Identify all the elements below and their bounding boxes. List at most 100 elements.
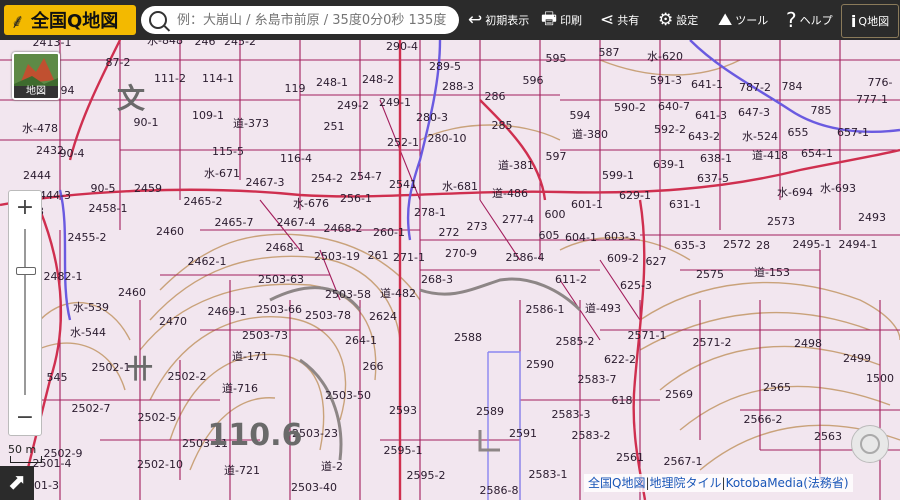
brand-button[interactable]: ⸙ 全国Q地図 [4,5,136,35]
parcel-label: 270-9 [445,247,477,260]
parcel-label: 水-671 [204,167,240,180]
parcel-label: 水-478 [22,122,58,135]
parcel-label: 278-1 [414,206,446,219]
map-symbol: 110.6 [208,418,303,453]
help-label: ヘルプ [799,14,833,27]
layer-switch-button[interactable]: 地図 [12,52,60,100]
parcel-label: 道-380 [572,127,608,141]
parcel-label: 2591 [509,427,537,440]
attribution-link-kotobamedia[interactable]: KotobaMedia [726,476,804,490]
attribution-link-moj[interactable]: (法務省) [803,476,848,490]
parcel-label: 2494-1 [839,238,878,251]
parcel-label: 643-2 [688,130,720,143]
expand-button[interactable]: ⬈ [0,466,34,500]
print-button[interactable]: 🖶 印刷 [541,0,582,40]
parcel-label: 道-493 [585,301,621,315]
parcel-label: 2586-8 [480,484,519,497]
parcel-label: 2503-66 [256,303,302,316]
parcel-label: 2593 [389,404,417,417]
parcel-label: 599-1 [602,169,634,182]
parcel-label: 261 [368,249,389,262]
parcel-label: 水-539 [73,301,109,314]
parcel-label: 286 [485,90,506,103]
initial-display-button[interactable]: ↩ 初期表示 [468,0,529,40]
layer-label: 地図 [14,86,58,98]
parcel-label: 2565 [763,381,791,394]
map-symbol: 卄 [127,355,153,385]
parcel-label: 592-2 [654,123,686,136]
parcel-label: 2586-4 [506,251,545,264]
zoom-slider-track[interactable] [24,229,26,395]
parcel-label: 657-1 [837,126,869,139]
search-input[interactable] [175,11,459,29]
parcel-label: 水-681 [442,180,478,193]
parcel-label: 2502-10 [137,458,183,471]
parcel-label: 264-1 [345,334,377,347]
parcel-label: 252-1 [387,136,419,149]
parcel-label: 2503-63 [258,273,304,286]
parcel-label: 2499 [843,352,871,365]
parcel-label: 2467-3 [246,176,285,189]
search-icon [149,11,167,29]
parcel-label: 268-3 [421,273,453,286]
help-icon: ? [786,8,797,32]
parcel-label: 2502-2 [168,370,207,383]
search-box[interactable] [141,6,459,34]
parcel-label: 2589 [476,405,504,418]
locate-icon [860,434,880,454]
parcel-label: 290-4 [386,40,418,53]
share-button[interactable]: ⋖ 共有 [600,0,639,40]
info-icon: i [850,11,857,31]
print-icon: 🖶 [541,8,558,29]
parcel-label: 1500 [866,372,894,385]
zoom-in-button[interactable]: + [9,193,41,223]
tools-label: ツール [735,14,769,27]
parcel-label: 水-676 [293,197,329,210]
parcel-label: 647-3 [738,106,770,119]
parcel-label: 601-1 [571,198,603,211]
help-button[interactable]: ? ヘルプ [786,0,833,40]
parcel-label: 635-3 [674,239,706,252]
parcel-label: 248-2 [362,73,394,86]
parcel-label: 591-3 [650,74,682,87]
map-layer[interactable]: 2413-1 水-848 246 245-2 290-4289-5595 587 水-620… [0,0,900,500]
scale-bar-line [10,456,42,463]
settings-button[interactable]: ⚙ 設定 [658,0,698,40]
parcel-label: 2590 [526,358,554,371]
parcel-label: 2455-2 [68,231,107,244]
q-map-info-button[interactable]: i Q地図 [841,4,899,38]
zoom-control: + − [8,190,42,436]
parcel-label: 595 [546,52,567,65]
zoom-out-button[interactable]: − [9,403,41,433]
parcel-label: 2458-1 [89,202,128,215]
parcel-label: 道-373 [233,116,269,130]
parcel-label: 622-2 [604,353,636,366]
parcel-label: 90-4 [60,147,85,160]
attribution-link-gsi[interactable]: 地理院タイル [650,476,722,490]
parcel-label: 611-2 [555,273,587,286]
zoom-slider-handle[interactable] [16,267,36,275]
gear-icon: ⚙ [658,10,674,30]
parcel-label: 249-2 [337,99,369,112]
current-location-button[interactable] [851,425,889,463]
parcel-label: 2468-1 [266,241,305,254]
parcel-label: 2569 [665,388,693,401]
parcel-label: 道-2 [321,459,343,473]
share-icon: ⋖ [600,10,615,30]
parcel-label: 2571-1 [628,329,667,342]
parcel-label: 639-1 [653,158,685,171]
top-toolbar: ⸙ 全国Q地図 ↩ 初期表示 🖶 印刷 ⋖ 共有 ⚙ 設定 ⛰ ツール ? ヘル… [0,0,900,40]
parcel-label: 2572 [723,238,751,251]
map-canvas[interactable]: 2413-1 水-848 246 245-2 290-4 289-5 595 587 水-620… [0,0,900,500]
tools-button[interactable]: ⛰ ツール [718,0,768,40]
parcel-label: 604-1 [565,231,597,244]
tree-logo-icon: ⸙ [10,8,25,33]
attribution-link-qmap[interactable]: 全国Q地図 [588,476,645,490]
attribution: 全国Q地図|地理院タイル|KotobaMedia(法務省) [584,474,853,492]
parcel-label: 2459 [134,182,162,195]
parcel-label: 2541 [389,178,417,191]
parcel-label: 271-1 [393,251,425,264]
parcel-label: 776- [868,76,893,89]
parcel-label: 629-1 [619,189,651,202]
app-title: 全国Q地図 [31,11,119,32]
